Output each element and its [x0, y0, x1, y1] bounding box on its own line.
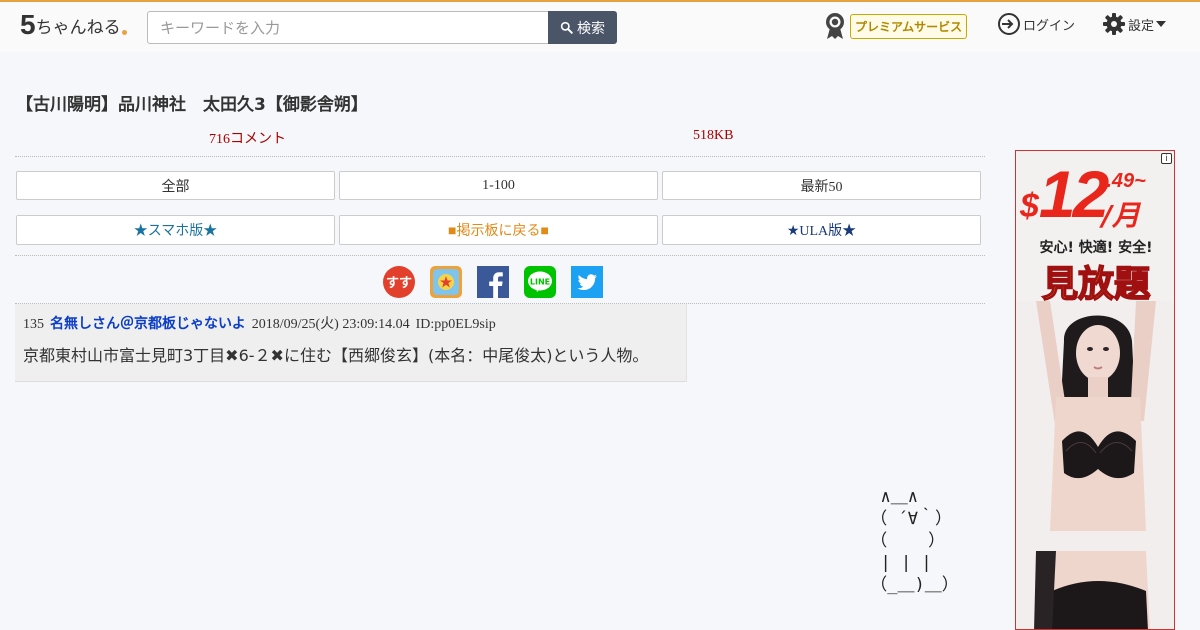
nav-all-button[interactable]: 全部	[16, 171, 335, 200]
gear-icon	[1103, 13, 1125, 35]
logo-text: ちゃんねる	[35, 18, 121, 38]
thread-title: 【古川陽明】品川神社 太田久3【御影舎朔】	[16, 95, 368, 115]
facebook-icon	[477, 266, 509, 298]
post-header: 135 名無しさん＠京都板じゃないよ 2018/09/25(火) 23:09:1…	[23, 313, 496, 333]
ad-price-currency: $	[1020, 187, 1039, 225]
post-author-name[interactable]: 名無しさん＠京都板じゃないよ	[50, 313, 246, 333]
ad-price-decimal: .49~	[1106, 170, 1146, 192]
login-link[interactable]: ログイン	[997, 12, 1075, 36]
site-logo[interactable]: 5 ちゃんねる	[20, 9, 127, 40]
sumaho-icon-text: すす	[386, 276, 412, 291]
ad-price-number: 12	[1038, 157, 1109, 231]
divider	[15, 156, 985, 157]
search-button[interactable]: 検索	[548, 11, 617, 44]
premium-service[interactable]: プレミアムサービス	[824, 12, 968, 40]
logo-dot	[121, 30, 127, 35]
ascii-art-cat: ∧＿∧ （ ´∀｀） （ ） | | | （_＿)＿）	[870, 487, 959, 595]
ad-price: $ 12 .49~ /月	[1020, 157, 1174, 232]
kaedeli-share-button[interactable]	[430, 266, 462, 298]
line-icon-text: LINE	[530, 278, 550, 287]
twitter-share-button[interactable]	[571, 266, 603, 298]
twitter-icon	[571, 266, 603, 298]
ad-model-image	[1016, 301, 1174, 629]
caret-down-icon	[1156, 21, 1167, 27]
logo-five: 5	[20, 9, 36, 40]
back-to-board-link[interactable]: ■掲示板に戻る■	[339, 215, 658, 245]
post-body: 京都東村山市富士見町3丁目✖6-２✖に住む【西郷俊玄】(本名：中尾俊太)という人…	[23, 346, 649, 365]
kaedeli-icon	[430, 266, 462, 298]
advertisement-banner[interactable]: i $ 12 .49~ /月 安心! 快適! 安全! 見放題	[1015, 150, 1175, 630]
nav-1-100-button[interactable]: 1-100	[339, 171, 658, 200]
post-number[interactable]: 135	[23, 317, 44, 333]
search-icon	[560, 21, 573, 34]
premium-badge: プレミアムサービス	[850, 13, 968, 39]
sumaho-icon: すす	[383, 266, 415, 298]
facebook-share-button[interactable]	[477, 266, 509, 298]
login-label: ログイン	[1023, 18, 1076, 34]
thread-size: 518KB	[693, 128, 734, 143]
comment-count: 716コメント	[209, 132, 286, 147]
award-ribbon-icon	[826, 13, 844, 39]
nav-latest50-button[interactable]: 最新50	[662, 171, 981, 200]
settings-menu[interactable]: 設定	[1102, 12, 1167, 36]
settings-label: 設定	[1128, 18, 1155, 34]
ad-tagline: 安心! 快適! 安全!	[1039, 240, 1153, 256]
login-icon	[998, 13, 1020, 35]
ad-headline: 見放題	[1041, 263, 1151, 306]
post-date: 2018/09/25(火) 23:09:14.04	[251, 317, 410, 332]
divider	[15, 255, 985, 256]
search-input[interactable]	[147, 11, 549, 44]
line-share-button[interactable]: LINE	[524, 266, 556, 298]
sumaho-share-button[interactable]: すす	[383, 266, 415, 298]
search-button-label: 検索	[577, 20, 605, 37]
ad-price-period: /月	[1101, 199, 1141, 232]
site-header: 5 ちゃんねる 検索 プレミアムサービス ログイン	[0, 0, 1200, 52]
smartphone-version-link[interactable]: ★スマホ版★	[16, 215, 335, 245]
post: 135 名無しさん＠京都板じゃないよ 2018/09/25(火) 23:09:1…	[15, 304, 687, 382]
ula-version-link[interactable]: ★ULA版★	[662, 215, 981, 245]
line-icon: LINE	[524, 266, 556, 298]
post-id[interactable]: ID:pp0EL9sip	[416, 317, 496, 333]
